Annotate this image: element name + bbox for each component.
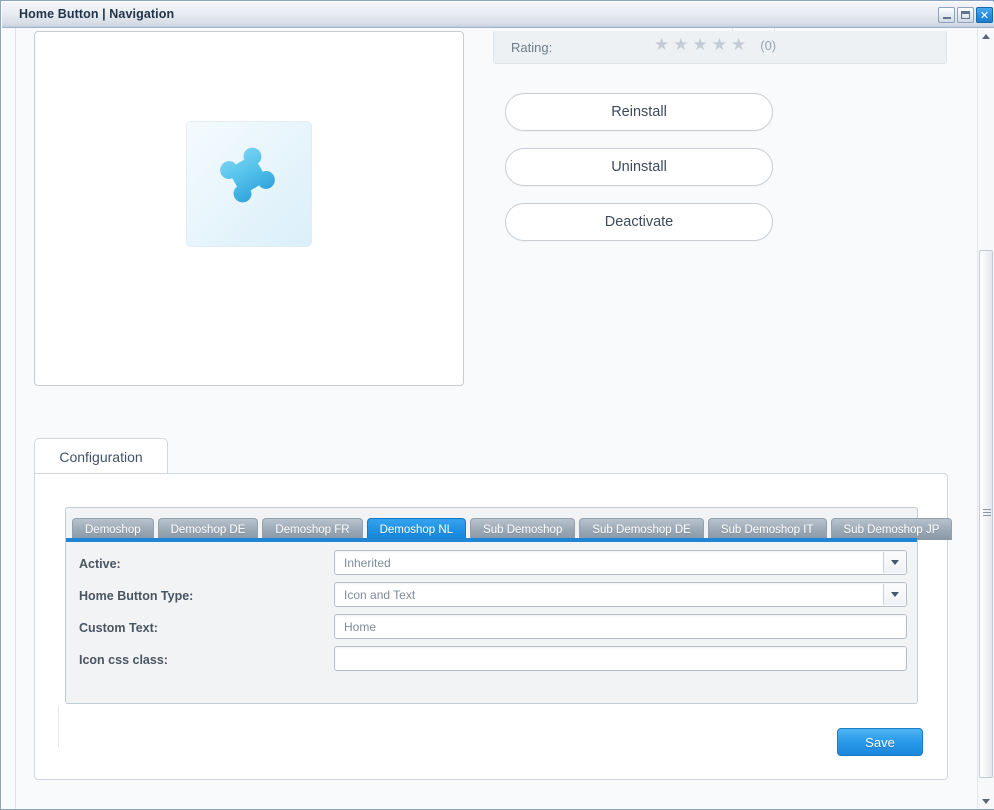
shop-tab-sub-demoshop-jp[interactable]: Sub Demoshop JP xyxy=(830,518,953,540)
scrollbar-thumb[interactable] xyxy=(979,250,993,778)
shop-tab-demoshop-fr[interactable]: Demoshop FR xyxy=(262,518,363,540)
shop-tab-sub-demoshop-it[interactable]: Sub Demoshop IT xyxy=(707,518,827,540)
maximize-button[interactable] xyxy=(957,7,974,23)
shop-tab-demoshop-de[interactable]: Demoshop DE xyxy=(157,518,259,540)
configuration-tabbar: Configuration xyxy=(34,438,948,474)
shop-tab-demoshop-nl[interactable]: Demoshop NL xyxy=(366,518,467,540)
minimize-button[interactable] xyxy=(938,7,955,23)
minimize-icon xyxy=(939,8,954,22)
plugin-image-panel xyxy=(34,31,464,386)
label-active: Active: xyxy=(79,557,121,571)
icon-css-class-input[interactable] xyxy=(334,646,907,671)
scrollbar-grip-icon xyxy=(983,509,991,517)
shop-tabs: Demoshop Demoshop DE Demoshop FR Demosho… xyxy=(66,508,953,540)
layout-rule-left xyxy=(15,28,16,809)
label-custom-text: Custom Text: xyxy=(79,621,158,635)
chevron-down-icon[interactable] xyxy=(883,552,905,573)
rating-label: Rating: xyxy=(511,40,553,55)
star-icon[interactable]: ★ xyxy=(693,37,708,54)
uninstall-button[interactable]: Uninstall xyxy=(505,148,773,186)
vertical-scrollbar[interactable] xyxy=(977,28,994,809)
form-row-home-button-type: Home Button Type: Icon and Text xyxy=(66,582,917,614)
custom-text-input[interactable]: Home xyxy=(334,614,907,639)
shop-tab-demoshop[interactable]: Demoshop xyxy=(72,518,154,540)
home-button-type-select[interactable]: Icon and Text xyxy=(334,582,907,607)
window-titlebar: Home Button | Navigation ✕ xyxy=(2,2,994,28)
maximize-icon xyxy=(958,8,973,22)
rating-stars[interactable]: ★ ★ ★ ★ ★ (0) xyxy=(654,37,776,54)
star-icon[interactable]: ★ xyxy=(673,37,688,54)
active-select-value: Inherited xyxy=(344,556,391,570)
star-icon[interactable]: ★ xyxy=(731,37,746,54)
puzzle-piece-icon xyxy=(186,121,312,247)
scroll-down-arrow-icon[interactable] xyxy=(978,793,994,809)
save-button[interactable]: Save xyxy=(837,728,923,756)
star-icon[interactable]: ★ xyxy=(712,37,727,54)
close-button[interactable]: ✕ xyxy=(976,7,993,23)
window-title: Home Button | Navigation xyxy=(19,7,175,21)
label-icon-css-class: Icon css class: xyxy=(79,653,168,667)
shop-configuration-panel: Demoshop Demoshop DE Demoshop FR Demosho… xyxy=(65,507,953,704)
page-content: Rating: ★ ★ ★ ★ ★ (0) Reinstall Uninstal… xyxy=(2,28,994,809)
chevron-down-icon[interactable] xyxy=(883,584,905,605)
label-home-button-type: Home Button Type: xyxy=(79,589,194,603)
rating-count: (0) xyxy=(760,38,777,53)
custom-text-value: Home xyxy=(344,620,377,634)
deactivate-button[interactable]: Deactivate xyxy=(505,203,773,241)
home-button-type-value: Icon and Text xyxy=(344,588,416,602)
active-tab-underline xyxy=(66,538,917,542)
scroll-up-arrow-icon[interactable] xyxy=(978,28,994,44)
application-window: Home Button | Navigation ✕ Rating: ★ ★ ★… xyxy=(0,0,994,810)
configuration-card: Demoshop Demoshop DE Demoshop FR Demosho… xyxy=(34,473,953,780)
shop-tab-sub-demoshop-de[interactable]: Sub Demoshop DE xyxy=(579,518,704,540)
shop-tab-sub-demoshop[interactable]: Sub Demoshop xyxy=(470,518,576,540)
form-row-icon-css-class: Icon css class: xyxy=(66,646,917,678)
tab-configuration[interactable]: Configuration xyxy=(34,438,168,474)
card-divider xyxy=(58,706,59,748)
close-icon: ✕ xyxy=(977,8,992,22)
star-icon[interactable]: ★ xyxy=(654,37,669,54)
form-row-custom-text: Custom Text: Home xyxy=(66,614,917,646)
close-glyph: ✕ xyxy=(979,8,990,22)
reinstall-button[interactable]: Reinstall xyxy=(505,93,773,131)
form-row-active: Active: Inherited xyxy=(66,550,917,582)
active-select[interactable]: Inherited xyxy=(334,550,907,575)
rating-bar: Rating: ★ ★ ★ ★ ★ (0) xyxy=(493,31,947,64)
